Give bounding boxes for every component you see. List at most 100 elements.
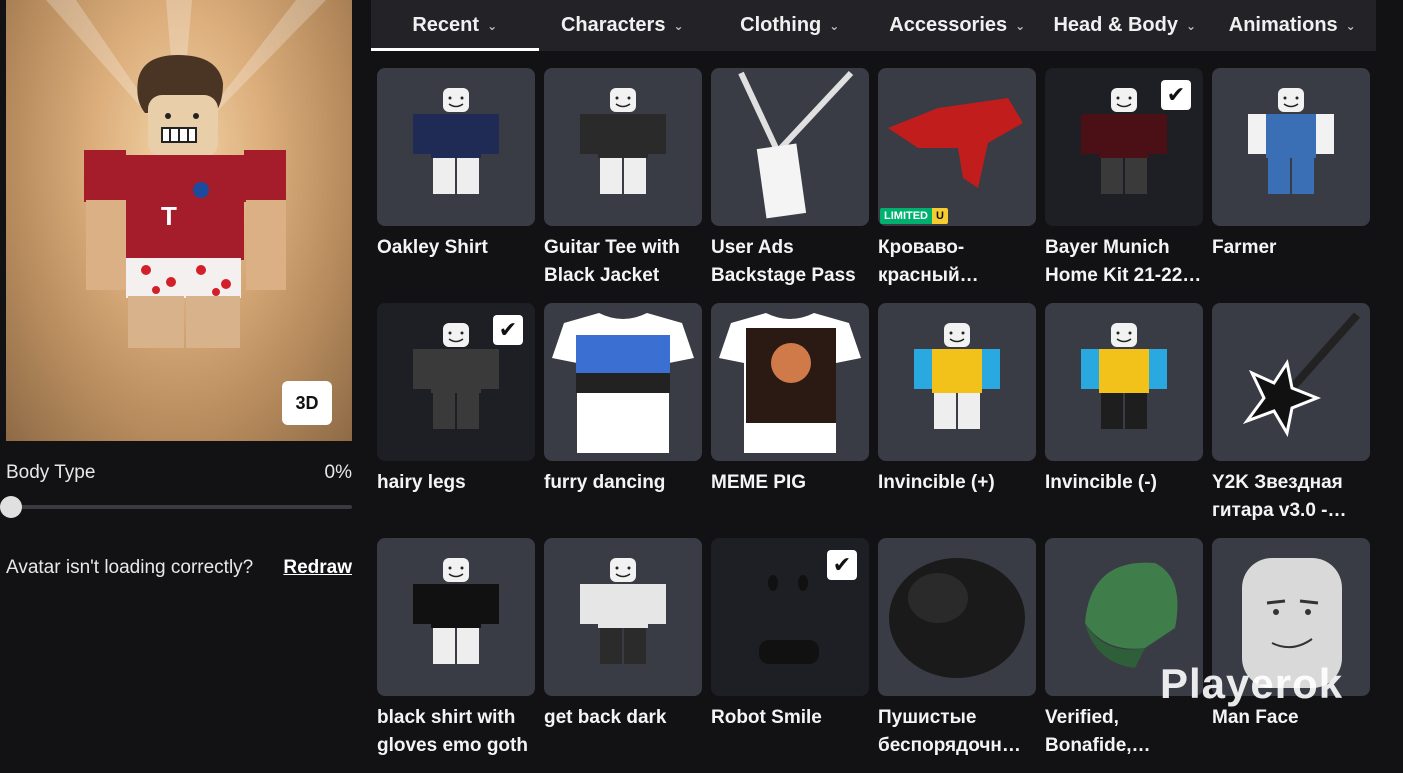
body-type-slider[interactable] bbox=[0, 496, 352, 518]
limited-label: LIMITED bbox=[880, 208, 932, 224]
avatar-overalls-icon bbox=[1212, 68, 1370, 226]
body-type-label: Body Type bbox=[6, 462, 96, 483]
body-type-value: 0% bbox=[324, 462, 352, 483]
tab-label: Characters bbox=[560, 14, 666, 36]
item-card[interactable]: Verified, Bonafide,… bbox=[1045, 538, 1203, 773]
tab-label: Animations bbox=[1228, 14, 1338, 36]
item-name[interactable]: MEME PIG bbox=[711, 469, 869, 497]
checkmark-icon[interactable]: ✔ bbox=[827, 550, 857, 580]
chevron-down-icon: ⌄ bbox=[1185, 18, 1197, 33]
redraw-link[interactable]: Redraw bbox=[283, 557, 352, 579]
item-thumbnail[interactable] bbox=[544, 68, 702, 226]
item-thumbnail[interactable]: ✔ bbox=[377, 303, 535, 461]
slider-thumb[interactable] bbox=[0, 496, 22, 518]
star-guitar-icon bbox=[1212, 303, 1370, 461]
avatar-jacket-icon bbox=[544, 68, 702, 226]
item-name[interactable]: get back dark bbox=[544, 704, 702, 732]
item-card[interactable]: ✔ Bayer Munich Home Kit 21-22… bbox=[1045, 68, 1203, 303]
item-card[interactable]: LIMITED U Кроваво-красный… bbox=[878, 68, 1036, 303]
avatar-yellow-blue-icon bbox=[878, 303, 1036, 461]
item-card[interactable]: Man Face bbox=[1212, 538, 1370, 773]
item-card[interactable]: ✔ Robot Smile bbox=[711, 538, 869, 773]
lanyard-pass-icon bbox=[711, 68, 869, 226]
item-name[interactable]: Invincible (+) bbox=[878, 469, 1036, 497]
item-thumbnail[interactable] bbox=[377, 68, 535, 226]
item-card[interactable]: Oakley Shirt bbox=[377, 68, 535, 303]
tab-head-body[interactable]: Head & Body ⌄ bbox=[1041, 0, 1209, 51]
item-thumbnail[interactable] bbox=[711, 68, 869, 226]
checkmark-icon[interactable]: ✔ bbox=[1161, 80, 1191, 110]
tab-clothing[interactable]: Clothing ⌄ bbox=[706, 0, 874, 51]
item-name[interactable]: Farmer bbox=[1212, 234, 1370, 262]
view-3d-button[interactable]: 3D bbox=[282, 381, 332, 425]
item-thumbnail[interactable] bbox=[1212, 68, 1370, 226]
item-name[interactable]: Кроваво-красный… bbox=[878, 234, 1036, 290]
item-thumbnail[interactable] bbox=[1045, 303, 1203, 461]
item-name[interactable]: Verified, Bonafide,… bbox=[1045, 704, 1203, 760]
item-card[interactable]: furry dancing bbox=[544, 303, 702, 538]
item-card[interactable]: Invincible (-) bbox=[1045, 303, 1203, 538]
item-thumbnail[interactable] bbox=[377, 538, 535, 696]
item-thumbnail[interactable] bbox=[878, 538, 1036, 696]
item-name[interactable]: Man Face bbox=[1212, 704, 1370, 732]
tab-accessories[interactable]: Accessories ⌄ bbox=[874, 0, 1042, 51]
item-card[interactable]: User Ads Backstage Pass bbox=[711, 68, 869, 303]
chevron-down-icon: ⌄ bbox=[673, 18, 684, 33]
tab-animations[interactable]: Animations ⌄ bbox=[1209, 0, 1377, 51]
tab-label: Recent bbox=[412, 14, 480, 36]
tab-label: Head & Body bbox=[1053, 14, 1178, 36]
item-thumbnail[interactable] bbox=[544, 538, 702, 696]
item-name[interactable]: Guitar Tee with Black Jacket bbox=[544, 234, 702, 290]
tab-label: Clothing bbox=[740, 14, 822, 36]
unique-label: U bbox=[932, 208, 948, 224]
item-thumbnail[interactable]: ✔ bbox=[711, 538, 869, 696]
category-tabs: Recent ⌄ Characters ⌄ Clothing ⌄ Accessories ⌄ H… bbox=[371, 0, 1376, 51]
item-name[interactable]: Bayer Munich Home Kit 21-22… bbox=[1045, 234, 1203, 290]
chevron-down-icon: ⌄ bbox=[1015, 18, 1026, 33]
item-card[interactable]: MEME PIG bbox=[711, 303, 869, 538]
item-thumbnail[interactable]: LIMITED U bbox=[878, 68, 1036, 226]
item-name[interactable]: Oakley Shirt bbox=[377, 234, 535, 262]
item-card[interactable]: Farmer bbox=[1212, 68, 1370, 303]
red-creature-icon bbox=[878, 68, 1036, 226]
item-card[interactable]: get back dark bbox=[544, 538, 702, 773]
avatar-figure-icon: T bbox=[46, 0, 326, 348]
tab-characters[interactable]: Characters ⌄ bbox=[539, 0, 707, 51]
body-type-row: Body Type 0% bbox=[6, 460, 352, 486]
item-card[interactable]: black shirt with gloves emo goth bbox=[377, 538, 535, 773]
avatar-black-shirt-icon bbox=[377, 538, 535, 696]
chevron-down-icon: ⌄ bbox=[487, 18, 498, 33]
item-card[interactable]: Пушистые беспорядочны… bbox=[878, 538, 1036, 773]
item-name[interactable]: User Ads Backstage Pass bbox=[711, 234, 869, 290]
chevron-down-icon: ⌄ bbox=[829, 18, 840, 33]
avatar-dark-pants-icon bbox=[544, 538, 702, 696]
chevron-down-icon: ⌄ bbox=[1345, 18, 1356, 33]
tshirt-pig-icon bbox=[711, 303, 869, 461]
item-thumbnail[interactable] bbox=[544, 303, 702, 461]
checkmark-icon[interactable]: ✔ bbox=[493, 315, 523, 345]
item-name[interactable]: hairy legs bbox=[377, 469, 535, 497]
item-name[interactable]: Invincible (-) bbox=[1045, 469, 1203, 497]
fluffy-hair-icon bbox=[878, 538, 1036, 696]
item-thumbnail[interactable] bbox=[878, 303, 1036, 461]
item-name[interactable]: Пушистые беспорядочны… bbox=[878, 704, 1036, 760]
tab-recent[interactable]: Recent ⌄ bbox=[371, 0, 539, 51]
item-card[interactable]: Guitar Tee with Black Jacket bbox=[544, 68, 702, 303]
svg-text:T: T bbox=[161, 201, 177, 231]
item-thumbnail[interactable] bbox=[1212, 303, 1370, 461]
limited-badge: LIMITED U bbox=[880, 208, 948, 224]
item-card[interactable]: Invincible (+) bbox=[878, 303, 1036, 538]
item-name[interactable]: Y2K Звездная гитара v3.0 -… bbox=[1212, 469, 1370, 525]
item-name[interactable]: furry dancing bbox=[544, 469, 702, 497]
item-card[interactable]: Y2K Звездная гитара v3.0 -… bbox=[1212, 303, 1370, 538]
item-thumbnail[interactable] bbox=[711, 303, 869, 461]
item-name[interactable]: black shirt with gloves emo goth bbox=[377, 704, 535, 760]
tshirt-car-icon bbox=[544, 303, 702, 461]
avatar-shirt-navy-icon bbox=[377, 68, 535, 226]
item-card[interactable]: ✔ hairy legs bbox=[377, 303, 535, 538]
item-thumbnail[interactable]: ✔ bbox=[1045, 68, 1203, 226]
item-name[interactable]: Robot Smile bbox=[711, 704, 869, 732]
avatar-yellow-black-icon bbox=[1045, 303, 1203, 461]
avatar-preview[interactable]: T 3D bbox=[6, 0, 352, 441]
watermark: Playerok bbox=[1160, 660, 1344, 707]
